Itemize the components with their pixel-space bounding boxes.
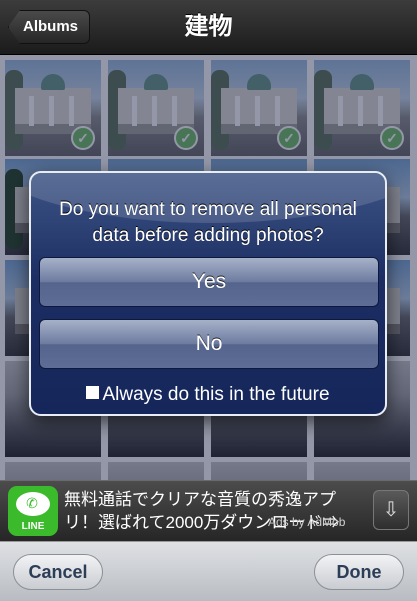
alert-message: Do you want to remove all personal data …	[31, 197, 385, 249]
cancel-button[interactable]: Cancel	[13, 554, 103, 590]
always-do-this-option[interactable]: Always do this in the future	[31, 383, 385, 407]
ad-banner[interactable]: ✆ LINE 無料通話でクリアな音質の秀逸アプ リ！選ばれて2000万ダウンロー…	[0, 481, 417, 541]
phone-icon: ✆	[26, 495, 38, 511]
line-app-label: LINE	[21, 521, 45, 532]
always-checkbox[interactable]	[86, 386, 100, 400]
no-button[interactable]: No	[39, 319, 379, 369]
ad-attribution: Ads by AdMob	[268, 515, 346, 529]
alert-message-line: data before adding photos?	[92, 225, 324, 246]
navigation-bar: Albums 建物	[0, 0, 417, 55]
yes-button[interactable]: Yes	[39, 257, 379, 307]
remove-personal-data-alert: Do you want to remove all personal data …	[29, 171, 387, 416]
alert-message-line: Do you want to remove all personal	[59, 199, 357, 220]
line-app-icon: ✆ LINE	[8, 486, 58, 536]
always-option-label: Always do this in the future	[102, 384, 330, 405]
done-button[interactable]: Done	[314, 554, 404, 590]
page-title: 建物	[184, 13, 233, 40]
bottom-toolbar: Cancel Done	[0, 541, 417, 601]
download-icon[interactable]: ⇩	[373, 490, 409, 530]
ad-text-line: 無料通話でクリアな音質の秀逸アプ	[64, 490, 336, 509]
